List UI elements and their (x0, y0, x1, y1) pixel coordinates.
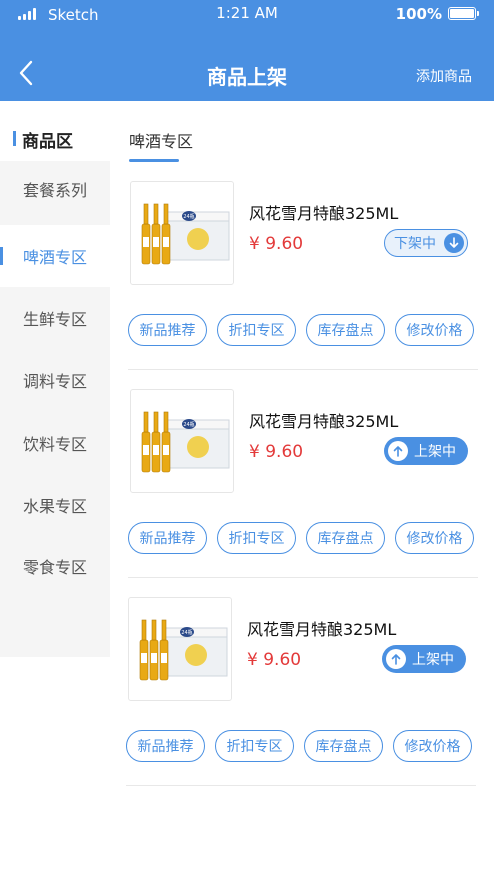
product-price: ¥ 9.60 (249, 442, 304, 462)
sidebar-header: 商品区 (0, 101, 110, 161)
product-card: 24瓶 风花雪月特酿325ML ¥ 9.60 上架中 新品推荐 折扣专区 库存盘… (128, 389, 478, 597)
sidebar-item-fruit[interactable]: 水果专区 (0, 474, 110, 536)
edit-price-button[interactable]: 修改价格 (395, 314, 474, 346)
sidebar-item-beer[interactable]: 啤酒专区 (0, 225, 110, 287)
card-divider (126, 785, 476, 786)
product-name: 风花雪月特酿325ML (249, 412, 399, 431)
card-divider (128, 369, 478, 370)
product-card: 24瓶 风花雪月特酿325ML ¥ 9.60 下架中 新品推荐 折扣专区 库存盘… (128, 181, 478, 389)
inventory-check-button[interactable]: 库存盘点 (306, 314, 385, 346)
arrow-down-circle-icon (444, 233, 464, 253)
battery-percent: 100% (395, 5, 442, 23)
sidebar-header-label: 商品区 (22, 132, 73, 152)
discount-zone-button[interactable]: 折扣专区 (217, 314, 296, 346)
product-image[interactable]: 24瓶 (130, 389, 234, 493)
battery-icon (448, 7, 479, 20)
product-image-badge: 24瓶 (183, 213, 194, 220)
category-sidebar: 商品区 套餐系列 啤酒专区 生鲜专区 调料专区 饮料专区 水果专区 零食专区 (0, 101, 110, 657)
status-bar: Sketch 1:21 AM 100% (0, 0, 494, 30)
edit-price-button[interactable]: 修改价格 (395, 522, 474, 554)
listing-toggle[interactable]: 上架中 (384, 437, 468, 465)
product-actions: 新品推荐 折扣专区 库存盘点 修改价格 (126, 730, 476, 762)
listing-status-label: 上架中 (414, 444, 456, 460)
discount-zone-button[interactable]: 折扣专区 (217, 522, 296, 554)
sidebar-header-marker (13, 131, 16, 146)
sidebar-item-combo[interactable]: 套餐系列 (0, 158, 110, 220)
product-actions: 新品推荐 折扣专区 库存盘点 修改价格 (128, 522, 478, 554)
tab-beer[interactable]: 啤酒专区 (129, 128, 193, 152)
product-image-badge: 24瓶 (181, 629, 192, 636)
discount-zone-button[interactable]: 折扣专区 (215, 730, 294, 762)
card-divider (128, 577, 478, 578)
product-price: ¥ 9.60 (247, 650, 302, 670)
sidebar-item-snacks[interactable]: 零食专区 (0, 535, 110, 597)
add-product-button[interactable]: 添加商品 (416, 66, 472, 86)
sidebar-item-seasoning[interactable]: 调料专区 (0, 349, 110, 411)
app-header: Sketch 1:21 AM 100% 商品上架 添加商品 (0, 0, 494, 101)
edit-price-button[interactable]: 修改价格 (393, 730, 472, 762)
listing-toggle[interactable]: 上架中 (382, 645, 466, 673)
new-product-recommend-button[interactable]: 新品推荐 (128, 314, 207, 346)
product-name: 风花雪月特酿325ML (249, 204, 399, 223)
product-actions: 新品推荐 折扣专区 库存盘点 修改价格 (128, 314, 478, 346)
sidebar-item-fresh[interactable]: 生鲜专区 (0, 287, 110, 349)
product-name: 风花雪月特酿325ML (247, 620, 397, 639)
arrow-up-circle-icon (388, 441, 408, 461)
product-card: 24瓶 风花雪月特酿325ML ¥ 9.60 上架中 新品推荐 折扣专区 库存盘… (126, 597, 476, 805)
inventory-check-button[interactable]: 库存盘点 (304, 730, 383, 762)
inventory-check-button[interactable]: 库存盘点 (306, 522, 385, 554)
listing-status-label: 下架中 (394, 236, 436, 252)
tab-indicator (129, 159, 179, 162)
product-price: ¥ 9.60 (249, 234, 304, 254)
product-image-badge: 24瓶 (183, 421, 194, 428)
listing-toggle[interactable]: 下架中 (384, 229, 468, 257)
product-image[interactable]: 24瓶 (128, 597, 232, 701)
arrow-up-circle-icon (386, 649, 406, 669)
product-image[interactable]: 24瓶 (130, 181, 234, 285)
new-product-recommend-button[interactable]: 新品推荐 (126, 730, 205, 762)
sidebar-item-drinks[interactable]: 饮料专区 (0, 412, 110, 474)
listing-status-label: 上架中 (412, 652, 454, 668)
new-product-recommend-button[interactable]: 新品推荐 (128, 522, 207, 554)
